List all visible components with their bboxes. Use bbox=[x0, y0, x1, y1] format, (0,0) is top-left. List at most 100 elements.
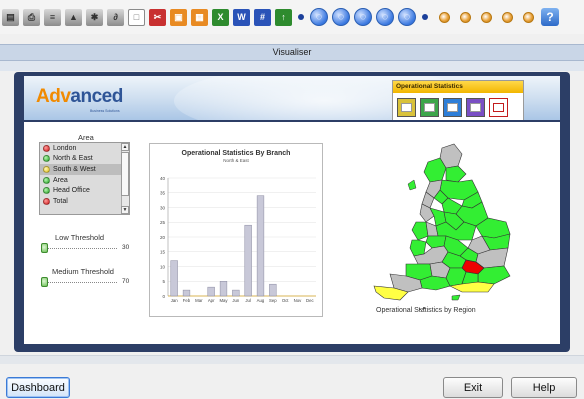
chart-ytick-label: 15 bbox=[160, 250, 166, 255]
chart-xtick-label: May bbox=[219, 298, 228, 303]
chart-bar bbox=[207, 286, 215, 297]
attachment-icon[interactable]: ∂ bbox=[107, 8, 124, 26]
low-threshold-slider[interactable]: 30 bbox=[41, 243, 141, 253]
window-title: Visualiser bbox=[0, 44, 584, 61]
chart-xtick-label: Dec bbox=[306, 298, 314, 303]
chart-svg: Operational Statistics By BranchNorth & … bbox=[160, 150, 316, 303]
map-region-shropshire bbox=[411, 221, 429, 241]
listbox-scrollbar[interactable]: ▲ ▼ bbox=[121, 143, 129, 214]
branch-bar-chart: Operational Statistics By Branch North & … bbox=[149, 143, 323, 317]
scanner-icon[interactable]: ≡ bbox=[44, 8, 61, 26]
help-button[interactable]: Help bbox=[511, 377, 577, 398]
list-item[interactable]: Total bbox=[40, 196, 129, 207]
chart-xtick-label: Jun bbox=[232, 298, 240, 303]
separator-dot-icon bbox=[422, 14, 428, 20]
edit-icon[interactable] bbox=[397, 98, 416, 117]
scroll-down-icon[interactable]: ▼ bbox=[121, 206, 129, 214]
cut-icon[interactable]: ✂ bbox=[149, 8, 166, 26]
chart-xtick-label: Feb bbox=[183, 298, 191, 303]
help-icon[interactable]: ? bbox=[541, 8, 559, 26]
copy-icon[interactable]: ▣ bbox=[170, 8, 187, 26]
orange-circle-2-icon[interactable] bbox=[460, 11, 471, 23]
print-preview-icon[interactable]: ▤ bbox=[2, 8, 19, 26]
nav-circle-3-icon[interactable]: ◌ bbox=[354, 8, 372, 26]
sub-toolbar-strip bbox=[0, 61, 584, 71]
scroll-up-icon[interactable]: ▲ bbox=[121, 143, 129, 151]
operational-statistics-panel: Operational Statistics bbox=[392, 80, 524, 120]
upload-icon[interactable]: ↑ bbox=[275, 8, 292, 26]
chart-xtick-label: Jul bbox=[245, 298, 251, 303]
chart-ytick-label: 35 bbox=[160, 191, 166, 196]
area-listbox[interactable]: London North & East South & West Area He… bbox=[39, 142, 130, 215]
stamp-icon[interactable]: ▲ bbox=[65, 8, 82, 26]
orange-circle-3-icon[interactable] bbox=[481, 11, 492, 23]
toolbar: ▤ ⎙ ≡ ▲ ✱ ∂ □ ✂ ▣ ▦ X W # ↑ ◌ ◌ ◌ ◌ ◌ ? bbox=[0, 0, 584, 34]
chart-xtick-label: Aug bbox=[257, 298, 265, 303]
chart-xtick-label: Mar bbox=[195, 298, 203, 303]
separator-dot-icon bbox=[298, 14, 304, 20]
print-icon[interactable]: ⎙ bbox=[23, 8, 40, 26]
map-region-durham bbox=[445, 165, 467, 183]
main-frame: Advanced Business Solutions Operational … bbox=[14, 72, 570, 352]
export-icon[interactable] bbox=[489, 98, 508, 117]
scroll-thumb[interactable] bbox=[121, 152, 129, 196]
nav-circle-2-icon[interactable]: ◌ bbox=[332, 8, 350, 26]
england-map-svg bbox=[366, 143, 511, 311]
status-green-icon bbox=[43, 187, 50, 195]
chart-bar bbox=[232, 289, 240, 297]
list-item[interactable]: Area bbox=[40, 175, 129, 186]
bottom-strip bbox=[0, 355, 584, 364]
chart-xtick-label: Oct bbox=[282, 298, 289, 303]
chart-bar bbox=[170, 260, 178, 297]
nav-circle-5-icon[interactable]: ◌ bbox=[398, 8, 416, 26]
chart-ytick-label: 5 bbox=[162, 279, 165, 284]
nav-circle-1-icon[interactable]: ◌ bbox=[310, 8, 328, 26]
nav-circle-4-icon[interactable]: ◌ bbox=[376, 8, 394, 26]
status-red-icon bbox=[43, 197, 50, 205]
list-item[interactable]: Head Office bbox=[40, 185, 129, 196]
report-icon[interactable] bbox=[466, 98, 485, 117]
exit-button[interactable]: Exit bbox=[443, 377, 503, 398]
region-map[interactable] bbox=[366, 140, 522, 311]
medium-threshold-slider[interactable]: 70 bbox=[41, 277, 141, 287]
chart-bar bbox=[256, 195, 265, 297]
chart-xtick-label: Apr bbox=[208, 298, 215, 303]
excel-icon[interactable]: X bbox=[212, 8, 229, 26]
chart-ytick-label: 40 bbox=[160, 176, 166, 181]
chart-bar bbox=[182, 289, 191, 297]
chart-ytick-label: 10 bbox=[160, 264, 166, 269]
logo: Advanced bbox=[36, 86, 123, 107]
settings-icon[interactable]: ✱ bbox=[86, 8, 103, 26]
map-caption: Operational Statistics by Region bbox=[376, 307, 476, 314]
chart-ytick-label: 30 bbox=[160, 205, 166, 210]
chart-ytick-label: 0 bbox=[162, 294, 165, 299]
orange-circle-5-icon[interactable] bbox=[523, 11, 534, 23]
dashboard-button[interactable]: Dashboard bbox=[6, 377, 70, 398]
status-green-icon bbox=[43, 176, 50, 184]
banner: Advanced Business Solutions Operational … bbox=[24, 76, 560, 120]
chart-xtick-label: Jan bbox=[171, 298, 179, 303]
chart-icon[interactable] bbox=[420, 98, 439, 117]
orange-circle-1-icon[interactable] bbox=[439, 11, 450, 23]
document-icon[interactable]: □ bbox=[128, 8, 145, 26]
word-icon[interactable]: W bbox=[233, 8, 250, 26]
slider-track bbox=[45, 248, 117, 249]
paste-icon[interactable]: ▦ bbox=[191, 8, 208, 26]
slider-knob[interactable] bbox=[41, 243, 48, 253]
chart-bar bbox=[269, 283, 277, 297]
list-item[interactable]: South & West bbox=[40, 164, 129, 175]
chart-title: Operational Statistics By Branch bbox=[182, 150, 291, 157]
chart-bar bbox=[244, 224, 252, 297]
area-label: Area bbox=[78, 133, 94, 142]
table-icon[interactable] bbox=[443, 98, 462, 117]
status-green-icon bbox=[43, 155, 50, 163]
list-item[interactable]: North & East bbox=[40, 154, 129, 165]
slider-knob[interactable] bbox=[41, 277, 48, 287]
calculator-icon[interactable]: # bbox=[254, 8, 271, 26]
chart-ytick-label: 20 bbox=[160, 235, 166, 240]
map-region-isle-of-man bbox=[407, 179, 417, 191]
map-region-herefordshire bbox=[409, 239, 427, 257]
list-item[interactable]: London bbox=[40, 143, 129, 154]
slider-track bbox=[45, 282, 117, 283]
orange-circle-4-icon[interactable] bbox=[502, 11, 513, 23]
